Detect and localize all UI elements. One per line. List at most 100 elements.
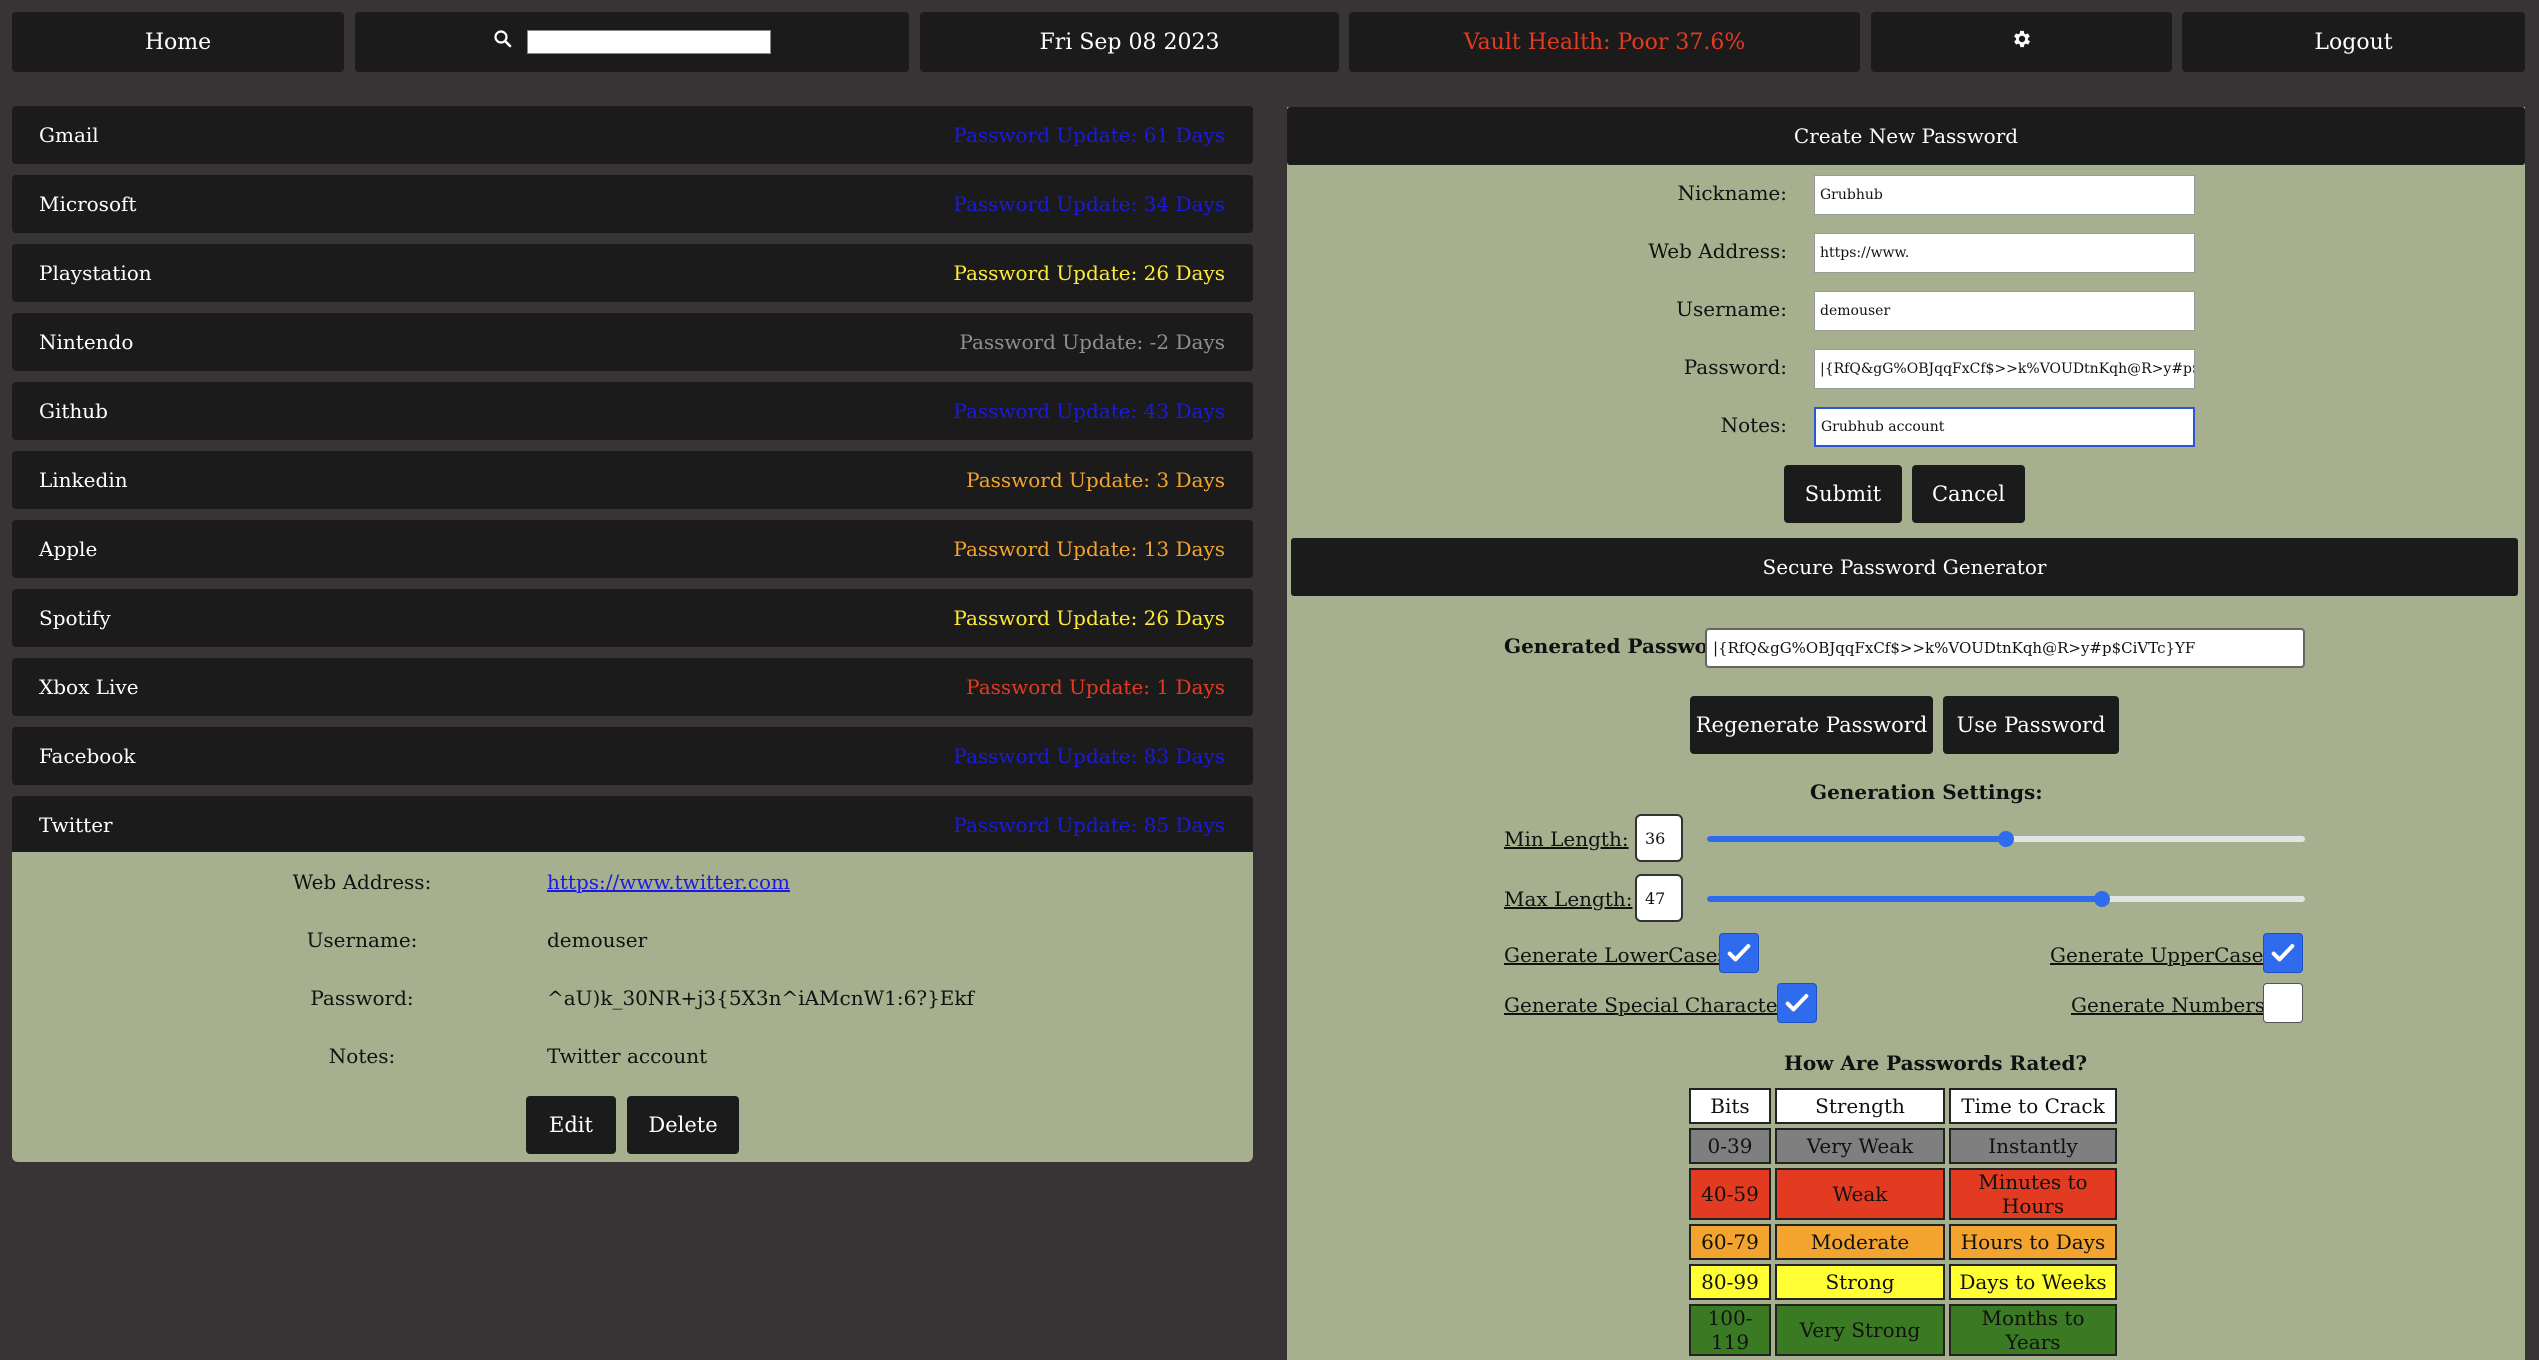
edit-button[interactable]: Edit (526, 1096, 616, 1154)
ratings-cell-strength: Very Weak (1775, 1128, 1945, 1164)
username-label: Username: (1676, 297, 1787, 321)
account-name: Github (39, 399, 108, 423)
date-display: Fri Sep 08 2023 (920, 12, 1339, 72)
account-item[interactable]: Nintendo Password Update: -2 Days (12, 313, 1253, 371)
password-update-status: Password Update: 26 Days (953, 606, 1225, 630)
password-update-status: Password Update: -2 Days (959, 330, 1225, 354)
special-chars-checkbox[interactable] (1777, 983, 1817, 1023)
password-label: Password: (1683, 355, 1787, 379)
special-chars-label: Generate Special Characters: (1504, 993, 1805, 1017)
ratings-header-time: Time to Crack (1949, 1088, 2117, 1124)
ratings-cell-bits: 60-79 (1689, 1224, 1771, 1260)
ratings-cell-time: Minutes to Hours (1949, 1168, 2117, 1220)
account-item[interactable]: Twitter Password Update: 85 Days (12, 796, 1253, 854)
ratings-cell-bits: 100-119 (1689, 1304, 1771, 1356)
max-length-slider-handle[interactable] (2093, 891, 2110, 907)
password-update-status: Password Update: 34 Days (953, 192, 1225, 216)
username-field[interactable]: demouser (1814, 291, 2195, 331)
ratings-header-strength: Strength (1775, 1088, 1945, 1124)
uppercase-label: Generate UpperCases: (2050, 943, 2281, 967)
checkmark-icon (1727, 944, 1751, 962)
ratings-cell-strength: Strong (1775, 1264, 1945, 1300)
settings-button[interactable] (1871, 12, 2172, 72)
account-item[interactable]: Facebook Password Update: 83 Days (12, 727, 1253, 785)
password-update-status: Password Update: 3 Days (966, 468, 1225, 492)
account-item[interactable]: Github Password Update: 43 Days (12, 382, 1253, 440)
account-name: Apple (39, 537, 98, 561)
detail-pass-value: ^aU)k_30NR+j3{5X3n^iAMcnW1:6?}Ekf (547, 986, 974, 1010)
notes-field[interactable]: Grubhub account (1814, 407, 2195, 447)
detail-pass-label: Password: (310, 986, 414, 1010)
ratings-cell-strength: Moderate (1775, 1224, 1945, 1260)
ratings-row: 0-39 Very Weak Instantly (1689, 1128, 2117, 1164)
nickname-label: Nickname: (1677, 181, 1787, 205)
account-item[interactable]: Spotify Password Update: 26 Days (12, 589, 1253, 647)
checkmark-icon (2271, 944, 2295, 962)
web-address-field[interactable]: https://www. (1814, 233, 2195, 273)
generator-header: Secure Password Generator (1291, 538, 2518, 596)
search-icon (493, 29, 513, 55)
password-update-status: Password Update: 85 Days (953, 813, 1225, 837)
vault-health: Vault Health: Poor 37.6% (1349, 12, 1860, 72)
logout-button[interactable]: Logout (2182, 12, 2525, 72)
ratings-row: 40-59 Weak Minutes to Hours (1689, 1168, 2117, 1220)
regenerate-button[interactable]: Regenerate Password (1690, 696, 1933, 754)
account-name: Facebook (39, 744, 136, 768)
search-bar (355, 12, 909, 72)
account-item[interactable]: Linkedin Password Update: 3 Days (12, 451, 1253, 509)
ratings-cell-time: Instantly (1949, 1128, 2117, 1164)
ratings-cell-bits: 40-59 (1689, 1168, 1771, 1220)
ratings-header-bits: Bits (1689, 1088, 1771, 1124)
max-length-label: Max Length: (1504, 887, 1633, 911)
account-name: Nintendo (39, 330, 134, 354)
detail-user-label: Username: (306, 928, 418, 952)
account-item[interactable]: Playstation Password Update: 26 Days (12, 244, 1253, 302)
max-length-input[interactable]: 47 (1635, 874, 1683, 922)
password-update-status: Password Update: 1 Days (966, 675, 1225, 699)
min-length-slider-fill (1707, 836, 2006, 842)
detail-web-link[interactable]: https://www.twitter.com (547, 870, 790, 894)
home-button[interactable]: Home (12, 12, 344, 72)
numbers-label: Generate Numbers: (2071, 993, 2272, 1017)
nickname-field[interactable]: Grubhub (1814, 175, 2195, 215)
ratings-cell-time: Days to Weeks (1949, 1264, 2117, 1300)
max-length-slider[interactable] (1707, 891, 2305, 907)
ratings-row: 80-99 Strong Days to Weeks (1689, 1264, 2117, 1300)
generated-password-field[interactable]: |{RfQ&gG%OBJqqFxCf$>>k%VOUDtnKqh@R>y#p$C… (1705, 628, 2305, 668)
detail-notes-value: Twitter account (547, 1044, 708, 1068)
checkmark-icon (1785, 994, 1809, 1012)
lowercase-label: Generate LowerCases: (1504, 943, 1735, 967)
ratings-cell-strength: Very Strong (1775, 1304, 1945, 1356)
use-password-button[interactable]: Use Password (1943, 696, 2119, 754)
ratings-cell-strength: Weak (1775, 1168, 1945, 1220)
password-update-status: Password Update: 13 Days (953, 537, 1225, 561)
password-field[interactable]: |{RfQ&gG%OBJqqFxCf$>>k%VOUDtnKqh@R>y#p$C… (1814, 349, 2195, 389)
numbers-checkbox[interactable] (2263, 983, 2303, 1023)
delete-button[interactable]: Delete (627, 1096, 739, 1154)
generation-settings-title: Generation Settings: (1810, 780, 2043, 804)
cancel-button[interactable]: Cancel (1912, 465, 2025, 523)
submit-button[interactable]: Submit (1784, 465, 1902, 523)
min-length-input[interactable]: 36 (1635, 814, 1683, 862)
detail-user-value: demouser (547, 928, 648, 952)
min-length-slider[interactable] (1707, 831, 2305, 847)
detail-web-label: Web Address: (292, 870, 432, 894)
account-name: Linkedin (39, 468, 128, 492)
account-item[interactable]: Microsoft Password Update: 34 Days (12, 175, 1253, 233)
min-length-slider-handle[interactable] (1998, 831, 2014, 847)
account-name: Twitter (39, 813, 113, 837)
password-update-status: Password Update: 61 Days (953, 123, 1225, 147)
lowercase-checkbox[interactable] (1719, 933, 1759, 973)
account-name: Playstation (39, 261, 152, 285)
ratings-title: How Are Passwords Rated? (1784, 1051, 2088, 1075)
search-input[interactable] (527, 30, 771, 54)
account-item[interactable]: Xbox Live Password Update: 1 Days (12, 658, 1253, 716)
account-detail: Web Address: https://www.twitter.com Use… (12, 852, 1253, 1162)
account-item[interactable]: Gmail Password Update: 61 Days (12, 106, 1253, 164)
uppercase-checkbox[interactable] (2263, 933, 2303, 973)
account-item[interactable]: Apple Password Update: 13 Days (12, 520, 1253, 578)
ratings-row: 100-119 Very Strong Months to Years (1689, 1304, 2117, 1356)
notes-label: Notes: (1720, 413, 1787, 437)
ratings-cell-time: Months to Years (1949, 1304, 2117, 1356)
password-update-status: Password Update: 26 Days (953, 261, 1225, 285)
